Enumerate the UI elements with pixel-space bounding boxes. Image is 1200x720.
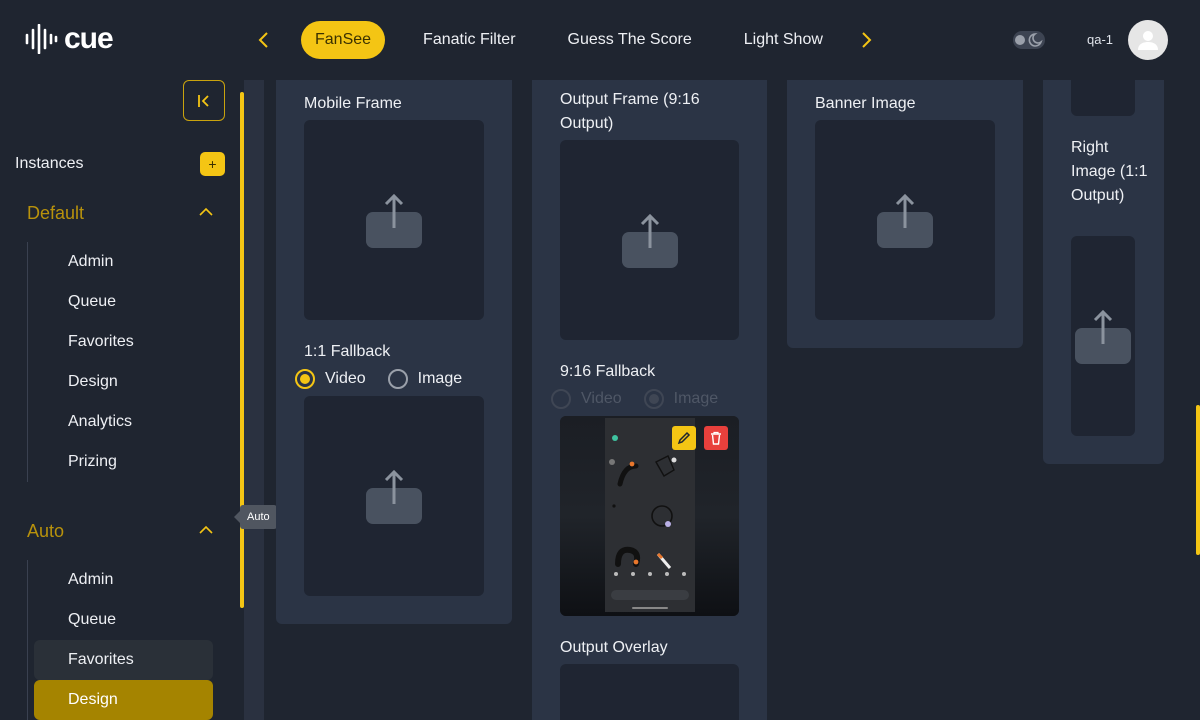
radio-image[interactable] (387, 369, 408, 389)
tab-guess-the-score[interactable]: Guess The Score (554, 21, 706, 59)
sidebar-item-default-favorites[interactable]: Favorites (34, 322, 213, 362)
fallback-9x16-radio-group: Video Image (551, 389, 740, 409)
chevron-right-icon (862, 32, 872, 48)
instances-label: Instances (15, 155, 84, 172)
radio-video-label: Video (581, 390, 622, 407)
fallback-1x1-radio-group: Video Image (295, 369, 484, 389)
chevron-up-icon[interactable] (198, 522, 214, 538)
sidebar-item-auto-design[interactable]: Design (34, 680, 213, 720)
upload-icon (1075, 309, 1131, 364)
group-default-title[interactable]: Default (27, 203, 84, 224)
right-image-upload[interactable] (1071, 236, 1135, 436)
avatar[interactable] (1128, 20, 1168, 60)
tab-fanatic-filter[interactable]: Fanatic Filter (409, 21, 529, 59)
output-frame-upload[interactable] (560, 140, 739, 340)
add-instance-button[interactable]: + (200, 152, 225, 176)
sidebar: Instances + Default Admin Queue Favorite… (0, 80, 277, 720)
sidebar-item-default-prizing[interactable]: Prizing (34, 442, 213, 482)
fallback-1x1-upload[interactable] (304, 396, 484, 596)
edit-button[interactable] (672, 426, 696, 450)
group-auto-title[interactable]: Auto (27, 521, 64, 542)
user-name: qa-1 (1087, 32, 1114, 47)
tab-light-show[interactable]: Light Show (730, 21, 837, 59)
upload-icon (366, 193, 422, 248)
theme-toggle[interactable] (1013, 31, 1045, 49)
group-auto-line (27, 560, 28, 720)
upload-icon (621, 213, 678, 268)
fallback-1x1-video-option[interactable]: Video (295, 369, 366, 389)
sidebar-divider (244, 80, 264, 720)
group-default-line (27, 242, 28, 482)
sidebar-item-auto-admin[interactable]: Admin (34, 560, 213, 600)
user-icon (1138, 31, 1158, 50)
radio-image-label: Image (417, 370, 463, 387)
radio-video (551, 389, 571, 409)
output-card: Output Frame (9:16 Output) 9:16 Fallback… (532, 80, 767, 720)
banner-image-label: Banner Image (815, 95, 916, 112)
trash-icon (711, 431, 721, 445)
upload-icon (366, 469, 422, 524)
mobile-card: Mobile Frame 1:1 Fallback Video Image (276, 80, 512, 624)
tabs-next-button[interactable] (854, 28, 878, 52)
chevron-up-icon[interactable] (198, 204, 214, 220)
sidebar-item-default-design[interactable]: Design (34, 362, 213, 402)
fallback-9x16-image-option: Image (643, 389, 719, 409)
mobile-frame-label: Mobile Frame (304, 95, 402, 112)
right-image-label: Right Image (1:1 Output) (1071, 139, 1148, 204)
waveform-icon (25, 24, 58, 54)
sidebar-item-default-admin[interactable]: Admin (34, 242, 213, 282)
output-frame-label: Output Frame (9:16 Output) (560, 91, 700, 132)
pencil-icon (677, 431, 691, 445)
chevron-left-icon (258, 32, 268, 48)
tab-fansee[interactable]: FanSee (301, 21, 386, 59)
banner-card: Banner Image (787, 80, 1023, 348)
moon-icon (1015, 33, 1043, 47)
sidebar-item-default-analytics[interactable]: Analytics (34, 402, 213, 442)
mobile-frame-upload[interactable] (304, 120, 484, 320)
cue-logo[interactable]: cue (24, 22, 114, 55)
tabs-prev-button[interactable] (252, 28, 276, 52)
upper-image-upload[interactable] (1071, 80, 1135, 116)
top-bar: cue FanSee Fanatic Filter Guess The Scor… (0, 0, 1200, 80)
delete-button[interactable] (704, 426, 728, 450)
feature-tabs: FanSee Fanatic Filter Guess The Score Li… (301, 21, 861, 59)
collapse-sidebar-button[interactable] (183, 80, 225, 121)
sidebar-item-auto-favorites[interactable]: Favorites (34, 640, 213, 680)
design-panel: Mobile Frame 1:1 Fallback Video Image Ou… (264, 80, 1200, 720)
fallback-9x16-video-option: Video (551, 389, 622, 409)
upload-icon (877, 193, 933, 248)
fallback-1x1-label: 1:1 Fallback (304, 343, 391, 360)
sidebar-scrollbar[interactable] (240, 92, 244, 608)
main-scrollbar[interactable] (1196, 405, 1200, 555)
sidebar-item-auto-queue[interactable]: Queue (34, 600, 213, 640)
output-overlay-label: Output Overlay (560, 639, 668, 656)
radio-video-label: Video (325, 370, 366, 387)
radio-image (643, 389, 664, 409)
output-overlay-upload[interactable] (560, 664, 739, 720)
logo-text: cue (64, 22, 114, 55)
right-image-card: Right Image (1:1 Output) (1043, 80, 1164, 464)
radio-video[interactable] (295, 369, 315, 389)
fallback-9x16-preview (560, 416, 739, 616)
sidebar-item-default-queue[interactable]: Queue (34, 282, 213, 322)
radio-image-label: Image (673, 390, 719, 407)
fallback-1x1-image-option[interactable]: Image (387, 369, 463, 389)
collapse-left-icon (198, 94, 209, 107)
banner-image-upload[interactable] (815, 120, 995, 320)
fallback-9x16-label: 9:16 Fallback (560, 363, 656, 380)
